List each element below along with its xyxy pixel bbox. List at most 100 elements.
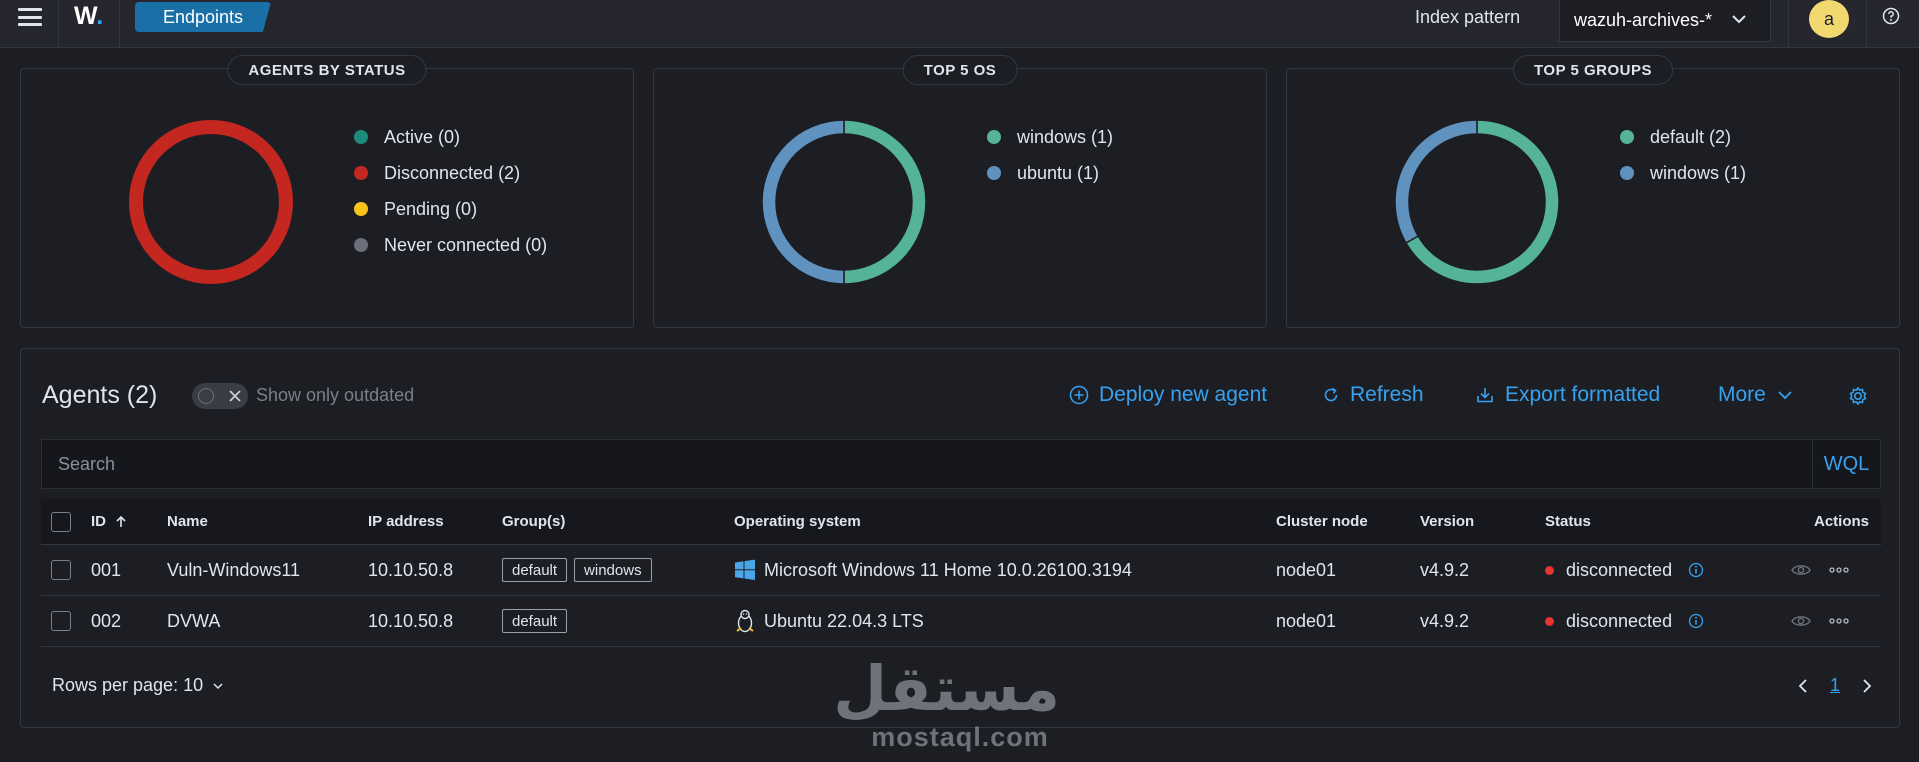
- column-id[interactable]: ID: [91, 499, 128, 544]
- user-avatar[interactable]: a: [1809, 0, 1849, 38]
- info-icon[interactable]: [1688, 562, 1704, 578]
- legend-label: windows (1): [1650, 162, 1747, 183]
- breadcrumb-endpoints[interactable]: Endpoints: [135, 2, 271, 32]
- agent-groups: default windows: [502, 545, 659, 595]
- legend-label: Never connected (0): [384, 234, 548, 255]
- wazuh-logo[interactable]: W.: [74, 2, 103, 31]
- select-all-checkbox[interactable]: [51, 511, 71, 532]
- group-badge[interactable]: default: [502, 609, 568, 633]
- donut-slice[interactable]: [129, 119, 293, 285]
- top-os-donut[interactable]: [749, 107, 939, 297]
- group-badge[interactable]: default: [502, 558, 568, 582]
- legend-item-disconnected[interactable]: Disconnected (2): [354, 155, 547, 191]
- agent-groups: default: [502, 596, 574, 646]
- status-dot: [1545, 565, 1554, 575]
- column-status[interactable]: Status: [1545, 499, 1591, 544]
- legend-dot: [354, 238, 368, 252]
- column-groups[interactable]: Group(s): [502, 499, 565, 544]
- gear-icon[interactable]: [1847, 385, 1869, 407]
- help-icon[interactable]: [1882, 7, 1900, 25]
- table-row[interactable]: 002 DVWA 10.10.50.8 default Ubuntu 22.04…: [41, 596, 1881, 647]
- agent-ip: 10.10.50.8: [368, 610, 454, 631]
- more-horizontal-icon[interactable]: [1829, 618, 1849, 624]
- column-version[interactable]: Version: [1420, 499, 1474, 544]
- eye-icon[interactable]: [1791, 563, 1811, 577]
- agent-status: disconnected: [1545, 596, 1704, 646]
- refresh-button[interactable]: Refresh: [1322, 383, 1424, 407]
- rows-per-page-label: Rows per page: 10: [52, 675, 204, 695]
- page-1-link[interactable]: 1: [1830, 675, 1840, 696]
- close-icon: [229, 390, 241, 402]
- column-actions: Actions: [1814, 513, 1870, 530]
- linux-icon: [734, 609, 756, 633]
- header-divider: [58, 0, 59, 48]
- legend-label: default (2): [1650, 126, 1732, 147]
- legend-dot: [354, 202, 368, 216]
- row-actions: [1791, 545, 1849, 595]
- card-legend: Active (0) Disconnected (2) Pending (0) …: [354, 119, 547, 263]
- legend-item-never-connected[interactable]: Never connected (0): [354, 227, 547, 263]
- more-button[interactable]: More: [1718, 383, 1794, 407]
- chevron-left-icon[interactable]: [1796, 678, 1810, 694]
- index-pattern-value: wazuh-archives-*: [1574, 10, 1713, 30]
- agent-os: Ubuntu 22.04.3 LTS: [734, 596, 924, 646]
- legend-item-active[interactable]: Active (0): [354, 119, 547, 155]
- row-checkbox[interactable]: [51, 611, 71, 631]
- column-id-label: ID: [91, 513, 106, 530]
- card-legend: default (2) windows (1): [1620, 119, 1746, 191]
- donut-slice[interactable]: [1394, 119, 1478, 245]
- top-groups-donut[interactable]: [1382, 107, 1572, 297]
- watermark-latin: mostaql.com: [871, 722, 1049, 752]
- status-label: disconnected: [1566, 559, 1673, 580]
- row-checkbox[interactable]: [51, 560, 71, 580]
- donut-slice[interactable]: [843, 119, 927, 285]
- watermark: مستقل mostaql.com: [833, 652, 1060, 753]
- toggle-knob: [198, 388, 214, 404]
- deploy-label: Deploy new agent: [1099, 383, 1268, 406]
- agent-id: 001: [91, 559, 122, 580]
- info-icon[interactable]: [1688, 613, 1704, 629]
- index-pattern-select[interactable]: wazuh-archives-*: [1559, 0, 1771, 42]
- agents-status-donut[interactable]: [116, 107, 306, 297]
- legend-dot: [987, 166, 1001, 180]
- chevron-down-icon: [1732, 15, 1746, 24]
- rows-per-page-select[interactable]: Rows per page: 10: [52, 675, 225, 696]
- legend-item-ubuntu[interactable]: ubuntu (1): [987, 155, 1113, 191]
- os-label: Ubuntu 22.04.3 LTS: [764, 610, 924, 631]
- watermark-arabic: مستقل: [833, 652, 1060, 725]
- chevron-right-icon[interactable]: [1860, 678, 1874, 694]
- status-label: disconnected: [1566, 610, 1673, 631]
- top-header: W. Endpoints Index pattern wazuh-archive…: [0, 0, 1919, 48]
- eye-icon[interactable]: [1791, 614, 1811, 628]
- export-formatted-button[interactable]: Export formatted: [1475, 383, 1660, 407]
- agent-version: v4.9.2: [1420, 610, 1470, 631]
- column-cluster[interactable]: Cluster node: [1276, 499, 1368, 544]
- more-horizontal-icon[interactable]: [1829, 567, 1849, 573]
- donut-slice[interactable]: [761, 119, 845, 285]
- search-bar: WQL: [41, 439, 1881, 489]
- legend-item-windows-group[interactable]: windows (1): [1620, 155, 1746, 191]
- export-label: Export formatted: [1505, 383, 1661, 406]
- chevron-down-icon: [1778, 391, 1792, 400]
- wql-button[interactable]: WQL: [1812, 440, 1880, 488]
- windows-icon: [734, 559, 756, 581]
- chevron-down-icon: [213, 682, 223, 689]
- legend-dot: [354, 166, 368, 180]
- menu-icon[interactable]: [18, 8, 42, 26]
- column-name[interactable]: Name: [167, 499, 208, 544]
- legend-item-default[interactable]: default (2): [1620, 119, 1746, 155]
- agents-table: ID Name IP address Group(s) Operating sy…: [41, 499, 1881, 647]
- search-input[interactable]: [42, 440, 1812, 488]
- table-row[interactable]: 001 Vuln-Windows11 10.10.50.8 default wi…: [41, 545, 1881, 596]
- show-outdated-toggle[interactable]: [192, 383, 248, 409]
- column-os[interactable]: Operating system: [734, 499, 861, 544]
- agent-status: disconnected: [1545, 545, 1704, 595]
- agents-title: Agents (2): [42, 381, 158, 409]
- column-ip[interactable]: IP address: [368, 499, 444, 544]
- group-badge[interactable]: windows: [574, 558, 652, 582]
- agent-version: v4.9.2: [1420, 559, 1470, 580]
- os-label: Microsoft Windows 11 Home 10.0.26100.319…: [764, 559, 1132, 580]
- deploy-new-agent-button[interactable]: Deploy new agent: [1069, 383, 1267, 407]
- legend-item-pending[interactable]: Pending (0): [354, 191, 547, 227]
- legend-item-windows[interactable]: windows (1): [987, 119, 1113, 155]
